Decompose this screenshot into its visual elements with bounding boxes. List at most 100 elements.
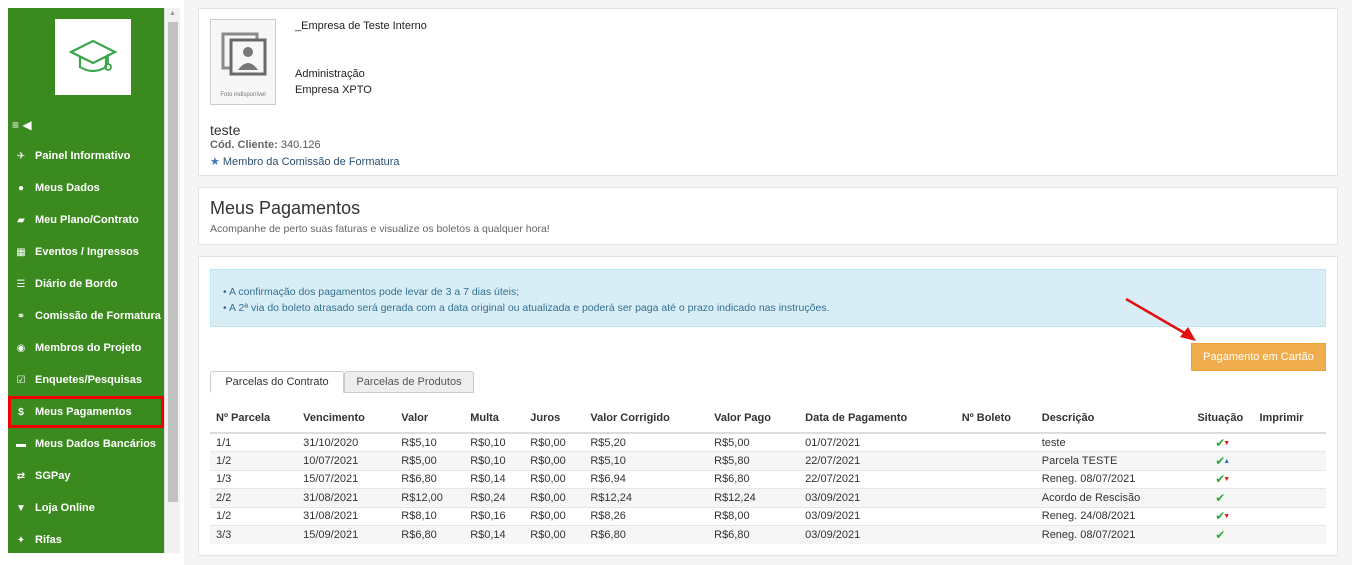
- column-header: Descrição: [1035, 403, 1188, 434]
- sidebar-item-5[interactable]: ⚭ Comissão de Formatura: [8, 300, 164, 332]
- user-name: teste: [210, 122, 241, 138]
- table-body: 1/1 31/10/2020 R$5,10 R$0,10 R$0,00 R$5,20 R$5…: [210, 432, 1326, 544]
- cell-desc: Parcela TESTE: [1035, 451, 1188, 470]
- cell-status: ✔ ▼: [1187, 469, 1254, 489]
- cell-valor: R$8,10: [395, 506, 465, 526]
- column-header: Valor Corrigido: [584, 403, 709, 434]
- cell-print[interactable]: [1253, 451, 1326, 470]
- sidebar-item-3[interactable]: ▦ Eventos / Ingressos: [8, 236, 164, 268]
- cell-print[interactable]: [1253, 469, 1326, 489]
- cell-juros: R$0,00: [524, 488, 585, 507]
- logo[interactable]: [55, 19, 131, 95]
- sidebar-item-label: Meus Dados: [35, 182, 100, 194]
- check-icon: ✔ ▼: [1215, 472, 1231, 487]
- sidebar-item-label: Comissão de Formatura: [35, 310, 161, 322]
- cell-multa: R$0,14: [464, 525, 525, 544]
- cell-boleto: [955, 469, 1036, 489]
- cell-juros: R$0,00: [524, 525, 585, 544]
- cell-print[interactable]: [1253, 506, 1326, 526]
- cell-print[interactable]: [1253, 432, 1326, 452]
- sidebar-item-6[interactable]: ◉ Membros do Projeto: [8, 332, 164, 364]
- check-icon: ✔ ▼: [1215, 509, 1231, 524]
- sidebar-item-10[interactable]: ⇄ SGPay: [8, 460, 164, 492]
- user-role: Administração: [295, 68, 365, 80]
- calendar-icon: ▦: [16, 246, 26, 258]
- down-arrow-icon: ▼: [1223, 476, 1231, 484]
- cell-venc: 31/10/2020: [297, 432, 396, 452]
- pin-icon: ✈: [16, 150, 26, 162]
- sidebar-item-8[interactable]: $ Meus Pagamentos: [8, 396, 164, 428]
- cell-pago: R$8,00: [708, 506, 800, 526]
- table-row[interactable]: 2/2 31/08/2021 R$12,00 R$0,24 R$0,00 R$12,24 R…: [210, 488, 1326, 507]
- cell-print[interactable]: [1253, 488, 1326, 507]
- sidebar-item-4[interactable]: ☰ Diário de Bordo: [8, 268, 164, 300]
- sidebar-item-label: Meus Pagamentos: [35, 406, 132, 418]
- cell-corrigido: R$5,20: [584, 432, 709, 452]
- sidebar-item-label: SGPay: [35, 470, 71, 482]
- table-row[interactable]: 1/3 15/07/2021 R$6,80 R$0,14 R$0,00 R$6,94 R$6…: [210, 469, 1326, 489]
- column-header: Multa: [464, 403, 525, 434]
- scroll-up-arrow-icon[interactable]: ▲: [169, 10, 176, 17]
- cell-print[interactable]: [1253, 525, 1326, 544]
- company-name: _Empresa de Teste Interno: [295, 20, 427, 32]
- sidebar-nav: ✈ Painel Informativo ● Meus Dados ▰ Meu Plano…: [8, 140, 164, 553]
- cell-data_pag: 22/07/2021: [799, 469, 956, 489]
- cell-status: ✔: [1187, 525, 1254, 544]
- main-content: Foto indisponível _Empresa de Teste Inte…: [184, 0, 1352, 565]
- cell-corrigido: R$6,94: [584, 469, 709, 489]
- sidebar-item-12[interactable]: ✦ Rifas: [8, 524, 164, 553]
- check-icon: ✔ ▲: [1215, 453, 1231, 468]
- payments-table: Nº Parcela Vencimento Valor Multa Juros Valor…: [210, 403, 1326, 544]
- down-arrow-icon: ▼: [1223, 513, 1231, 521]
- profile-photo: Foto indisponível: [210, 19, 276, 105]
- cell-boleto: [955, 451, 1036, 470]
- page-title: Meus Pagamentos: [210, 198, 361, 218]
- check-icon: ✔ ▼: [1215, 435, 1231, 450]
- cell-boleto: [955, 525, 1036, 544]
- card-payment-button[interactable]: Pagamento em Cartão: [1191, 343, 1326, 371]
- table-row[interactable]: 3/3 15/09/2021 R$6,80 R$0,14 R$0,00 R$6,80 R$6…: [210, 525, 1326, 544]
- sidebar-scrollbar[interactable]: ▲: [164, 8, 180, 553]
- cell-pago: R$5,80: [708, 451, 800, 470]
- column-header: Vencimento: [297, 403, 396, 434]
- table-row[interactable]: 1/1 31/10/2020 R$5,10 R$0,10 R$0,00 R$5,20 R$5…: [210, 432, 1326, 452]
- cell-valor: R$5,00: [395, 451, 465, 470]
- cell-juros: R$0,00: [524, 451, 585, 470]
- scroll-thumb[interactable]: [168, 22, 178, 502]
- sidebar-item-label: Membros do Projeto: [35, 342, 142, 354]
- cell-data_pag: 22/07/2021: [799, 451, 956, 470]
- client-code-value: 340.126: [280, 139, 321, 151]
- sidebar-item-11[interactable]: ▼ Loja Online: [8, 492, 164, 524]
- table-row[interactable]: 1/2 10/07/2021 R$5,00 R$0,10 R$0,00 R$5,10 R$5…: [210, 451, 1326, 470]
- sidebar-item-label: Painel Informativo: [35, 150, 131, 162]
- sidebar-item-label: Rifas: [35, 534, 62, 546]
- sidebar-item-7[interactable]: ☑ Enquetes/Pesquisas: [8, 364, 164, 396]
- cell-parcela: 1/2: [210, 451, 298, 470]
- table-row[interactable]: 1/2 31/08/2021 R$8,10 R$0,16 R$0,00 R$8,26 R$8…: [210, 506, 1326, 526]
- tab-product-installments[interactable]: Parcelas de Produtos: [344, 371, 474, 393]
- sidebar-collapse-toggle[interactable]: ≡ ◀: [12, 118, 32, 132]
- tab-contract-installments[interactable]: Parcelas do Contrato: [210, 371, 344, 393]
- dollar-icon: $: [18, 406, 24, 418]
- column-header: Valor: [395, 403, 465, 434]
- sidebar: ≡ ◀ ✈ Painel Informativo ● Meus Dados ▰ Meu P…: [8, 8, 164, 553]
- cell-data_pag: 03/09/2021: [799, 506, 956, 526]
- payments-header-panel: Meus Pagamentos Acompanhe de perto suas …: [198, 187, 1338, 245]
- payments-panel: • A confirmação dos pagamentos pode leva…: [198, 256, 1338, 556]
- photo-placeholder-icon: [221, 32, 267, 76]
- sidebar-item-9[interactable]: ▬ Meus Dados Bancários: [8, 428, 164, 460]
- down-arrow-icon: ▼: [1223, 439, 1231, 447]
- cell-parcela: 1/2: [210, 506, 298, 526]
- client-code-label: Cód. Cliente:: [210, 139, 278, 151]
- sidebar-item-0[interactable]: ✈ Painel Informativo: [8, 140, 164, 172]
- cell-status: ✔: [1187, 488, 1254, 507]
- sidebar-item-1[interactable]: ● Meus Dados: [8, 172, 164, 204]
- cell-desc: Acordo de Rescisão: [1035, 488, 1188, 507]
- cell-venc: 10/07/2021: [297, 451, 396, 470]
- cell-boleto: [955, 488, 1036, 507]
- column-header: Juros: [524, 403, 585, 434]
- sidebar-item-2[interactable]: ▰ Meu Plano/Contrato: [8, 204, 164, 236]
- cell-parcela: 1/1: [210, 432, 298, 452]
- cell-juros: R$0,00: [524, 506, 585, 526]
- cell-multa: R$0,24: [464, 488, 525, 507]
